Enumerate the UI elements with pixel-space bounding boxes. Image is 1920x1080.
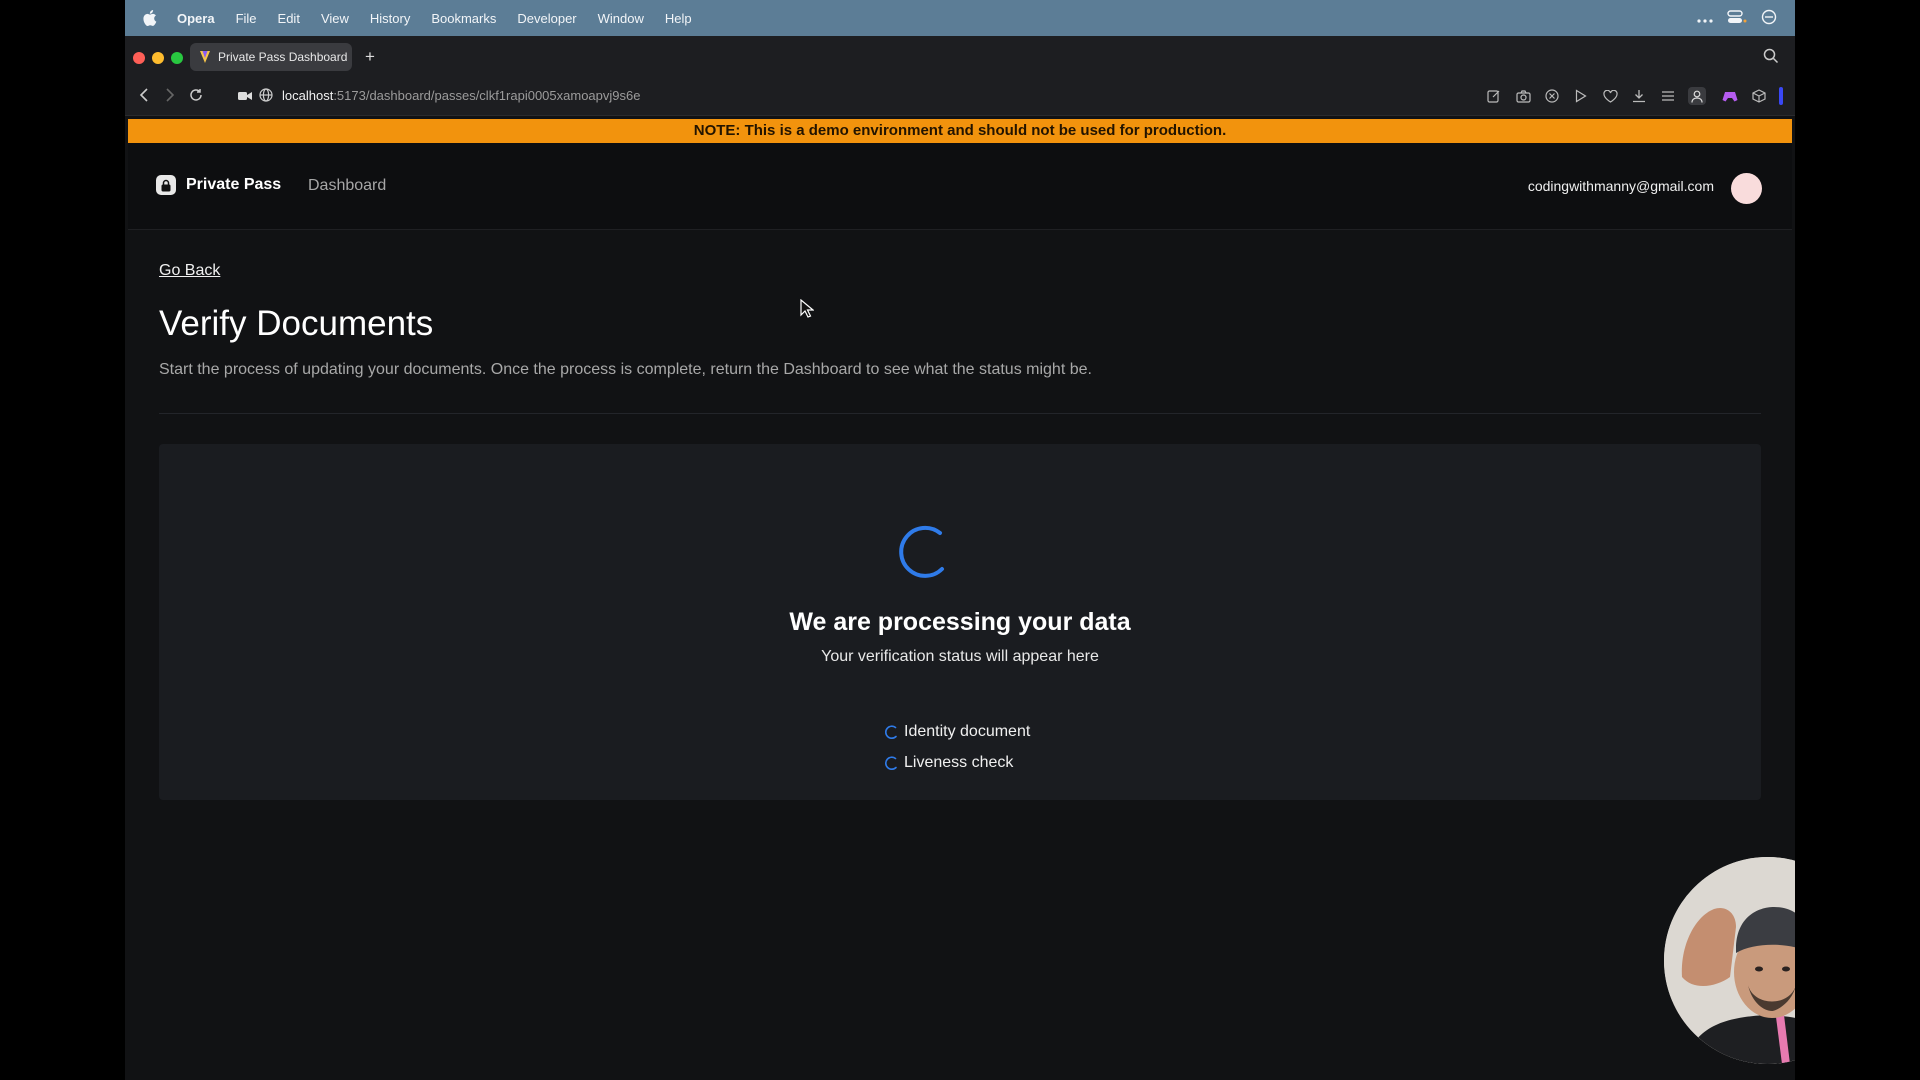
menu-history[interactable]: History <box>370 11 410 26</box>
sidebar-edge-indicator[interactable] <box>1779 87 1783 105</box>
extension-gamepad-icon[interactable] <box>1721 87 1739 105</box>
page-description: Start the process of updating your docum… <box>159 361 1092 378</box>
tab-title: Private Pass Dashboard <box>218 50 348 64</box>
siri-icon[interactable] <box>1761 9 1777 28</box>
demo-environment-banner: NOTE: This is a demo environment and sho… <box>128 119 1792 143</box>
menu-app-name[interactable]: Opera <box>177 11 215 26</box>
back-arrow-icon[interactable] <box>135 88 153 106</box>
profile-icon[interactable] <box>1688 87 1706 105</box>
menu-edit[interactable]: Edit <box>278 11 300 26</box>
close-window-icon[interactable] <box>133 52 145 64</box>
section-divider <box>159 413 1761 414</box>
more-icon[interactable] <box>1697 11 1713 26</box>
minimize-window-icon[interactable] <box>152 52 164 64</box>
webcam-presenter-overlay <box>1664 857 1795 1064</box>
download-icon[interactable] <box>1630 87 1648 105</box>
url-path: :5173/dashboard/passes/clkf1rapi0005xamo… <box>333 88 641 103</box>
reload-icon[interactable] <box>187 88 205 106</box>
address-bar: localhost:5173/dashboard/passes/clkf1rap… <box>125 79 1795 116</box>
page-title: Verify Documents <box>159 304 434 343</box>
menu-developer[interactable]: Developer <box>517 11 576 26</box>
easy-setup-menu-icon[interactable] <box>1659 87 1677 105</box>
edit-page-icon[interactable] <box>1485 87 1503 105</box>
mouse-cursor-icon <box>800 299 814 318</box>
heart-icon[interactable] <box>1601 87 1619 105</box>
pending-spinner-icon <box>885 724 897 739</box>
nav-dashboard-link[interactable]: Dashboard <box>308 177 386 195</box>
menu-view[interactable]: View <box>321 11 349 26</box>
url-field[interactable]: localhost:5173/dashboard/passes/clkf1rap… <box>282 88 640 103</box>
check-liveness: Liveness check <box>884 747 1030 778</box>
lock-logo-icon <box>156 175 176 195</box>
url-host: localhost <box>282 88 334 103</box>
tab-private-pass-dashboard[interactable]: Private Pass Dashboard <box>190 43 352 71</box>
apple-icon[interactable] <box>141 9 159 27</box>
extensions-cube-icon[interactable] <box>1750 87 1768 105</box>
user-email: codingwithmanny@gmail.com <box>1527 178 1714 194</box>
go-back-link[interactable]: Go Back <box>159 262 220 280</box>
forward-arrow-icon[interactable] <box>161 88 179 106</box>
browser-window: Private Pass Dashboard + localhost:5173/… <box>125 36 1795 1080</box>
loading-spinner-icon <box>899 525 944 578</box>
tab-strip: Private Pass Dashboard + <box>125 36 1795 79</box>
check-label: Identity document <box>904 722 1031 740</box>
menu-help[interactable]: Help <box>665 11 692 26</box>
mac-menubar: Opera File Edit View History Bookmarks D… <box>125 0 1795 36</box>
control-center-icon[interactable] <box>1727 9 1747 27</box>
brand-logo-link[interactable]: Private Pass <box>156 175 281 195</box>
check-identity-document: Identity document <box>884 716 1030 747</box>
processing-subtitle: Your verification status will appear her… <box>821 648 1099 665</box>
maximize-window-icon[interactable] <box>171 52 183 64</box>
adblock-shield-icon[interactable] <box>1543 87 1561 105</box>
brand-name: Private Pass <box>186 176 282 193</box>
toolbar-icons <box>1485 87 1783 105</box>
verification-checks-list: Identity document Liveness check <box>884 716 1030 778</box>
presenter-video-icon <box>1664 857 1795 1064</box>
menubar-status-area <box>1697 0 1777 36</box>
user-avatar[interactable] <box>1731 173 1762 204</box>
menu-file[interactable]: File <box>236 11 257 26</box>
snapshot-camera-icon[interactable] <box>1514 87 1532 105</box>
check-label: Liveness check <box>904 753 1014 771</box>
processing-title: We are processing your data <box>789 608 1131 636</box>
app-header: Private Pass Dashboard codingwithmanny@g… <box>128 143 1792 230</box>
pending-spinner-icon <box>885 755 897 770</box>
player-play-icon[interactable] <box>1572 87 1590 105</box>
tab-favicon-icon <box>198 50 212 64</box>
globe-icon[interactable] <box>257 88 275 106</box>
menu-window[interactable]: Window <box>598 11 644 26</box>
new-tab-plus-icon[interactable]: + <box>360 47 380 67</box>
menu-bookmarks[interactable]: Bookmarks <box>431 11 496 26</box>
camera-indicator-icon[interactable] <box>236 88 254 106</box>
tab-search-icon[interactable] <box>1763 48 1781 66</box>
